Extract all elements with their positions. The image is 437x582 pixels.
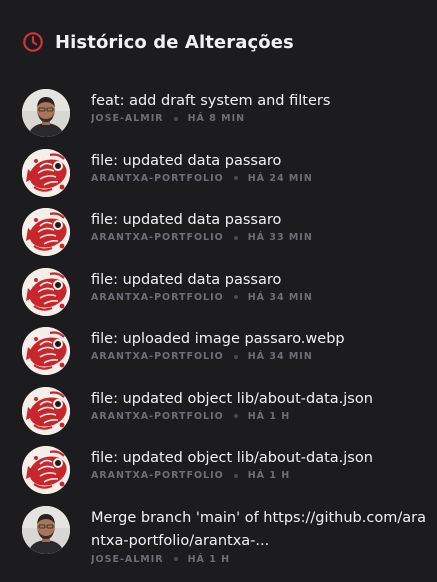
commit-text: file: updated data passaro ARANTXA-PORTFO…	[91, 268, 432, 303]
fish-avatar	[22, 208, 70, 256]
commit-author: ARANTXA-PORTFOLIO	[91, 291, 224, 303]
commit-message: file: updated data passaro	[91, 212, 282, 228]
separator-dot	[173, 116, 178, 121]
commit-message: feat: add draft system and filters	[91, 93, 331, 109]
commit-list: feat: add draft system and filters JOSE-A…	[22, 89, 432, 578]
commit-message: file: updated data passaro	[91, 271, 282, 288]
clock-icon	[23, 32, 43, 52]
commit-text: Merge branch 'main' of https://github.co…	[91, 506, 432, 565]
separator-dot	[233, 235, 238, 240]
commit-time: HÁ 24 MIN	[247, 172, 313, 184]
commit-text: file: uploaded image passaro.webp ARANTXA…	[91, 327, 432, 362]
panel-header: Histórico de Alterações	[22, 30, 294, 54]
separator-dot	[233, 295, 238, 299]
commit-time: HÁ 34 MIN	[247, 291, 313, 303]
commit-item[interactable]: Merge branch 'main' of https://github.co…	[22, 505, 432, 578]
commit-item[interactable]: file: updated data passaro ARANTXA-PORTFO…	[22, 208, 432, 268]
commit-item[interactable]: file: updated object lib/about-data.json…	[22, 386, 432, 447]
user-avatar	[22, 89, 70, 137]
commit-time: HÁ 33 MIN	[247, 232, 313, 243]
commit-item[interactable]: file: updated data passaro ARANTXA-PORTFO…	[22, 148, 432, 209]
commit-time: HÁ 1 H	[247, 470, 291, 481]
fish-avatar	[22, 386, 70, 435]
commit-author: JOSE-ALMIR	[91, 113, 164, 124]
commit-author: ARANTXA-PORTFOLIO	[91, 232, 224, 243]
separator-dot	[233, 473, 238, 478]
commit-message: file: updated object lib/about-data.json	[91, 450, 373, 466]
commit-meta: JOSE-ALMIR HÁ 1 H	[91, 554, 432, 565]
separator-dot	[233, 354, 238, 359]
commit-meta: ARANTXA-PORTFOLIO HÁ 24 MIN	[91, 173, 432, 184]
fish-avatar	[22, 148, 70, 197]
commit-time: HÁ 8 MIN	[187, 113, 246, 124]
commit-time: HÁ 1 H	[187, 553, 231, 565]
separator-dot	[233, 414, 238, 418]
commit-message: file: uploaded image passaro.webp	[91, 331, 345, 347]
commit-item[interactable]: file: uploaded image passaro.webp ARANTXA…	[22, 327, 432, 387]
commit-text: file: updated object lib/about-data.json…	[91, 446, 432, 481]
commit-message: file: updated data passaro	[91, 152, 282, 169]
fish-avatar	[22, 446, 70, 494]
commit-message: file: updated object lib/about-data.json	[91, 390, 373, 407]
commit-time: HÁ 34 MIN	[247, 351, 313, 362]
fish-avatar	[22, 267, 70, 316]
commit-item[interactable]: file: updated data passaro ARANTXA-PORTFO…	[22, 267, 432, 328]
user-avatar	[22, 505, 70, 554]
commit-text: file: updated object lib/about-data.json…	[91, 387, 432, 422]
fish-avatar	[22, 327, 70, 375]
commit-text: feat: add draft system and filters JOSE-A…	[91, 89, 432, 124]
commit-author: ARANTXA-PORTFOLIO	[91, 351, 224, 362]
page-title: Histórico de Alterações	[55, 31, 294, 53]
commit-meta: ARANTXA-PORTFOLIO HÁ 1 H	[91, 470, 432, 481]
separator-dot	[233, 176, 238, 180]
commit-text: file: updated data passaro ARANTXA-PORTFO…	[91, 149, 432, 184]
commit-text: file: updated data passaro ARANTXA-PORTFO…	[91, 208, 432, 243]
commit-author: ARANTXA-PORTFOLIO	[91, 410, 224, 422]
commit-time: HÁ 1 H	[247, 410, 291, 422]
commit-meta: ARANTXA-PORTFOLIO HÁ 1 H	[91, 411, 432, 422]
commit-author: ARANTXA-PORTFOLIO	[91, 172, 224, 184]
commit-item[interactable]: feat: add draft system and filters JOSE-A…	[22, 89, 432, 149]
commit-author: JOSE-ALMIR	[91, 553, 164, 565]
commit-meta: ARANTXA-PORTFOLIO HÁ 34 MIN	[91, 351, 432, 362]
commit-meta: JOSE-ALMIR HÁ 8 MIN	[91, 113, 432, 124]
commit-message: Merge branch 'main' of https://github.co…	[91, 509, 426, 549]
commit-item[interactable]: file: updated object lib/about-data.json…	[22, 446, 432, 506]
commit-meta: ARANTXA-PORTFOLIO HÁ 33 MIN	[91, 232, 432, 243]
history-panel: Histórico de Alterações feat: add draft …	[0, 0, 437, 582]
separator-dot	[173, 557, 178, 561]
commit-author: ARANTXA-PORTFOLIO	[91, 470, 224, 481]
commit-meta: ARANTXA-PORTFOLIO HÁ 34 MIN	[91, 292, 432, 303]
